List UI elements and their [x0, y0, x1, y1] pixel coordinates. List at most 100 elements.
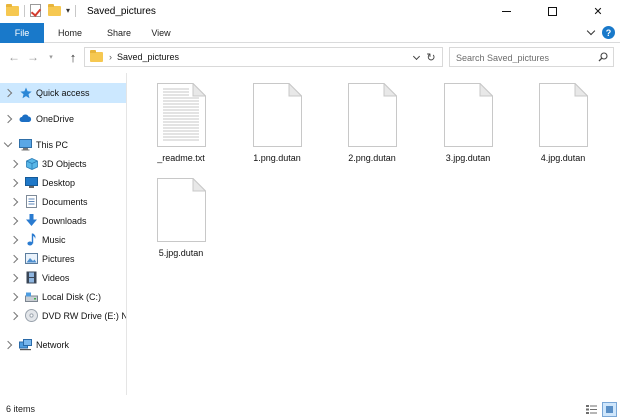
expand-chevron-icon[interactable] — [9, 311, 19, 321]
pictures-icon — [25, 252, 38, 265]
address-dropdown-icon[interactable] — [412, 52, 421, 61]
sidebar-item-label: 3D Objects — [42, 159, 87, 169]
folder-icon — [90, 50, 103, 62]
up-button[interactable]: ↑ — [65, 49, 81, 65]
sidebar-item-label: Desktop — [42, 178, 76, 188]
expand-chevron-icon[interactable] — [9, 159, 19, 169]
expand-chevron-icon[interactable] — [9, 178, 19, 188]
refresh-button[interactable]: ↻ — [424, 50, 438, 64]
sidebar-item-onedrive[interactable]: OneDrive — [0, 109, 126, 129]
maximize-button[interactable] — [529, 0, 575, 23]
expand-chevron-icon[interactable] — [9, 197, 19, 207]
expand-chevron-icon[interactable] — [9, 235, 19, 245]
file-name: 4.jpg.dutan — [540, 153, 586, 163]
collapse-chevron-icon[interactable] — [3, 138, 13, 148]
search-input[interactable] — [456, 51, 591, 64]
sidebar-item-dvd-drive[interactable]: DVD RW Drive (E:) N — [0, 306, 126, 326]
sidebar-item-label: Pictures — [42, 254, 75, 264]
large-icons-view-icon[interactable] — [602, 402, 617, 417]
star-icon — [19, 86, 32, 99]
music-note-icon — [25, 233, 38, 246]
forward-arrow-icon: → — [27, 50, 39, 64]
expand-chevron-icon[interactable] — [9, 273, 19, 283]
expand-ribbon-icon[interactable] — [586, 26, 596, 36]
toolbar-divider — [75, 4, 77, 17]
tab-share[interactable]: Share — [96, 23, 142, 43]
sidebar-item-network[interactable]: Network — [0, 335, 126, 355]
recent-locations-button[interactable]: ▾ — [43, 49, 59, 65]
sidebar-item-videos[interactable]: Videos — [0, 268, 126, 288]
file-item-4[interactable]: 4.jpg.dutan — [510, 73, 600, 168]
toolbar-divider — [24, 4, 25, 17]
file-list: _readme.txt 1.png.dutan 2.png.dutan 3.jp… — [128, 73, 620, 395]
forward-button[interactable]: → — [25, 49, 41, 65]
blank-file-icon — [253, 83, 302, 147]
sidebar-item-this-pc[interactable]: This PC — [0, 135, 126, 155]
quick-access-toolbar: ▾ — [6, 3, 78, 17]
sidebar-item-documents[interactable]: Documents — [0, 192, 126, 212]
blank-file-icon — [348, 83, 397, 147]
cloud-icon — [19, 112, 32, 125]
back-button[interactable]: ← — [6, 49, 22, 65]
blank-file-icon — [539, 83, 588, 147]
blank-file-icon — [444, 83, 493, 147]
dropdown-arrow-icon[interactable]: ▾ — [66, 6, 70, 15]
expand-chevron-icon[interactable] — [3, 88, 13, 98]
breadcrumb-separator[interactable]: › — [109, 52, 112, 62]
sidebar-item-label: Local Disk (C:) — [42, 292, 102, 302]
expand-chevron-icon[interactable] — [9, 292, 19, 302]
back-arrow-icon: ← — [8, 50, 20, 64]
hard-drive-icon — [25, 290, 38, 303]
new-folder-icon[interactable] — [48, 3, 61, 16]
properties-check-icon[interactable] — [30, 4, 41, 17]
navigation-pane: Quick access OneDrive This PC 3D Objects… — [0, 73, 127, 395]
address-row: ← → ▾ ↑ › Saved_pictures ↻ — [0, 44, 620, 70]
sidebar-item-pictures[interactable]: Pictures — [0, 249, 126, 269]
file-item-readme[interactable]: _readme.txt — [128, 73, 218, 168]
sidebar-item-label: Network — [36, 340, 70, 350]
breadcrumb-current[interactable]: Saved_pictures — [117, 52, 179, 62]
expand-chevron-icon[interactable] — [3, 340, 13, 350]
minimize-icon — [501, 11, 511, 12]
folder-icon — [6, 3, 19, 16]
tab-view[interactable]: View — [140, 23, 182, 43]
chevron-down-icon: ▾ — [49, 54, 53, 61]
search-icon[interactable] — [598, 52, 608, 62]
sidebar-item-label: Videos — [42, 273, 70, 283]
sidebar-item-3d-objects[interactable]: 3D Objects — [0, 154, 126, 174]
up-arrow-icon: ↑ — [69, 49, 77, 65]
file-item-3[interactable]: 3.jpg.dutan — [415, 73, 505, 168]
sidebar-item-label: Quick access — [36, 88, 90, 98]
maximize-icon — [547, 7, 557, 16]
ribbon-controls: ? — [586, 26, 615, 39]
details-view-icon[interactable] — [585, 403, 598, 416]
file-name: _readme.txt — [157, 153, 205, 163]
sidebar-item-label: Music — [42, 235, 66, 245]
sidebar-item-downloads[interactable]: Downloads — [0, 211, 126, 231]
blank-file-icon — [157, 178, 206, 242]
help-icon[interactable]: ? — [602, 26, 615, 39]
title-bar: ▾ Saved_pictures ✕ — [0, 0, 620, 23]
address-bar[interactable]: › Saved_pictures ↻ — [84, 47, 443, 67]
sidebar-item-quick-access[interactable]: Quick access — [0, 83, 126, 103]
sidebar-item-label: This PC — [36, 140, 69, 150]
search-box[interactable] — [449, 47, 614, 67]
close-button[interactable]: ✕ — [575, 0, 620, 23]
expand-chevron-icon[interactable] — [3, 114, 13, 124]
film-icon — [25, 271, 38, 284]
expand-chevron-icon[interactable] — [9, 254, 19, 264]
file-item-1[interactable]: 1.png.dutan — [224, 73, 314, 168]
tab-file[interactable]: File — [0, 23, 44, 43]
minimize-button[interactable] — [483, 0, 529, 23]
file-item-5[interactable]: 5.jpg.dutan — [128, 168, 218, 263]
file-item-2[interactable]: 2.png.dutan — [319, 73, 409, 168]
sidebar-item-desktop[interactable]: Desktop — [0, 173, 126, 193]
expand-chevron-icon[interactable] — [9, 216, 19, 226]
tab-home[interactable]: Home — [47, 23, 93, 43]
file-name: 2.png.dutan — [348, 153, 396, 163]
sidebar-item-local-disk[interactable]: Local Disk (C:) — [0, 287, 126, 307]
sidebar-item-music[interactable]: Music — [0, 230, 126, 250]
file-name: 3.jpg.dutan — [445, 153, 491, 163]
documents-icon — [25, 195, 38, 208]
network-icon — [19, 338, 32, 351]
